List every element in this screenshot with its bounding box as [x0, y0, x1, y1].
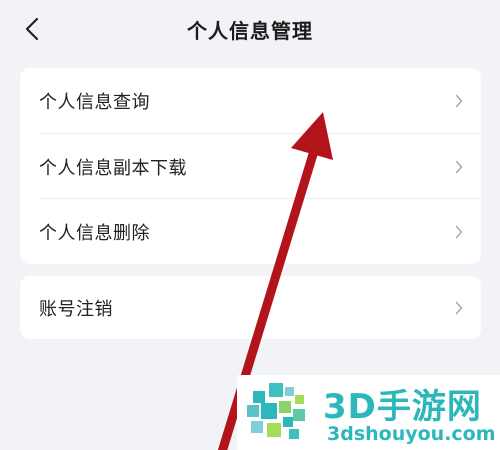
watermark: 3D手游网 3dshouyou.com	[237, 375, 500, 450]
chevron-right-icon	[455, 224, 465, 240]
menu-item-account-cancellation[interactable]: 账号注销	[20, 276, 481, 339]
navigation-bar: 个人信息管理	[0, 0, 500, 58]
menu-item-download-info-copy[interactable]: 个人信息副本下载	[20, 134, 481, 199]
chevron-right-icon	[455, 93, 465, 109]
menu-item-label: 个人信息副本下载	[39, 157, 187, 179]
back-button[interactable]	[14, 11, 50, 47]
menu-item-delete-personal-info[interactable]: 个人信息删除	[20, 199, 481, 264]
site-logo-icon	[247, 383, 305, 439]
chevron-right-icon	[455, 300, 465, 316]
watermark-title: 3D手游网	[323, 387, 482, 427]
account-menu-group: 账号注销	[20, 276, 481, 339]
chevron-left-icon	[25, 17, 39, 41]
page-title: 个人信息管理	[187, 18, 313, 43]
chevron-right-icon	[455, 159, 465, 175]
menu-item-label: 个人信息删除	[39, 222, 150, 244]
menu-item-label: 账号注销	[39, 298, 113, 320]
personal-info-menu-group: 个人信息查询 个人信息副本下载 个人信息删除	[20, 68, 481, 264]
menu-item-query-personal-info[interactable]: 个人信息查询	[20, 68, 481, 134]
menu-item-label: 个人信息查询	[39, 92, 150, 113]
watermark-url: 3dshouyou.com	[327, 423, 496, 445]
